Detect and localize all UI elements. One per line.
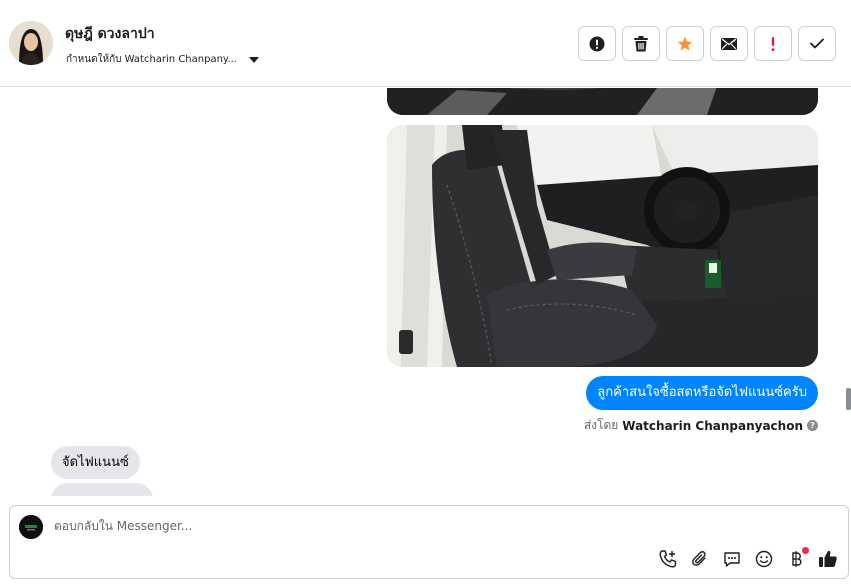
reply-input[interactable]: [54, 519, 654, 533]
assign-label: กำหนดให้กับ Watcharin Chanpany...: [66, 54, 237, 65]
message-thread[interactable]: ลูกค้าสนใจซื้อสดหรือจัดไฟแนนซ์ครับ ส่งโด…: [0, 88, 851, 496]
follow-up-button[interactable]: [754, 26, 792, 61]
exclamation-icon: [771, 36, 775, 51]
contact-name[interactable]: ดุษฎี ดวงลาปา: [65, 23, 155, 45]
envelope-icon: [721, 37, 737, 50]
conversation-header: ดุษฎี ดวงลาปา กำหนดให้กับ Watcharin Chan…: [0, 0, 851, 87]
assign-dropdown[interactable]: กำหนดให้กับ Watcharin Chanpany...: [66, 52, 259, 67]
like-icon[interactable]: [817, 548, 839, 570]
spam-button[interactable]: [578, 26, 616, 61]
incoming-message[interactable]: จัดไฟแนนซ์: [51, 446, 140, 479]
star-icon: [677, 36, 693, 50]
sender-name: Watcharin Chanpanyachon: [622, 418, 803, 433]
checkmark-icon: [810, 38, 824, 49]
reply-composer: [9, 505, 849, 579]
message-photo[interactable]: [387, 125, 818, 367]
help-icon[interactable]: ?: [807, 420, 818, 431]
payment-icon[interactable]: [785, 547, 809, 570]
saved-reply-icon[interactable]: [721, 548, 743, 570]
sent-by-label: ส่งโดย Watcharin Chanpanyachon ?: [584, 416, 818, 435]
notification-dot: [802, 547, 809, 554]
message-photo[interactable]: [387, 88, 818, 115]
call-add-icon[interactable]: [657, 548, 679, 570]
star-button[interactable]: [666, 26, 704, 61]
scroll-thumb[interactable]: [846, 388, 851, 410]
outgoing-message[interactable]: ลูกค้าสนใจซื้อสดหรือจัดไฟแนนซ์ครับ: [586, 376, 818, 410]
page-avatar: [19, 515, 43, 539]
mark-unread-button[interactable]: [710, 26, 748, 61]
conversation-actions: [578, 26, 836, 61]
alert-circle-icon: [589, 36, 605, 51]
composer-tools: [657, 547, 839, 570]
attachment-icon[interactable]: [689, 548, 711, 570]
delete-button[interactable]: [622, 26, 660, 61]
chat-scrollbar[interactable]: [845, 88, 851, 496]
contact-avatar[interactable]: [9, 21, 53, 65]
emoji-icon[interactable]: [753, 548, 775, 570]
incoming-message-partial[interactable]: [51, 483, 153, 496]
trash-icon: [634, 35, 648, 51]
done-button[interactable]: [798, 26, 836, 61]
chevron-down-icon: [248, 56, 259, 63]
sent-by-prefix: ส่งโดย: [583, 418, 619, 432]
